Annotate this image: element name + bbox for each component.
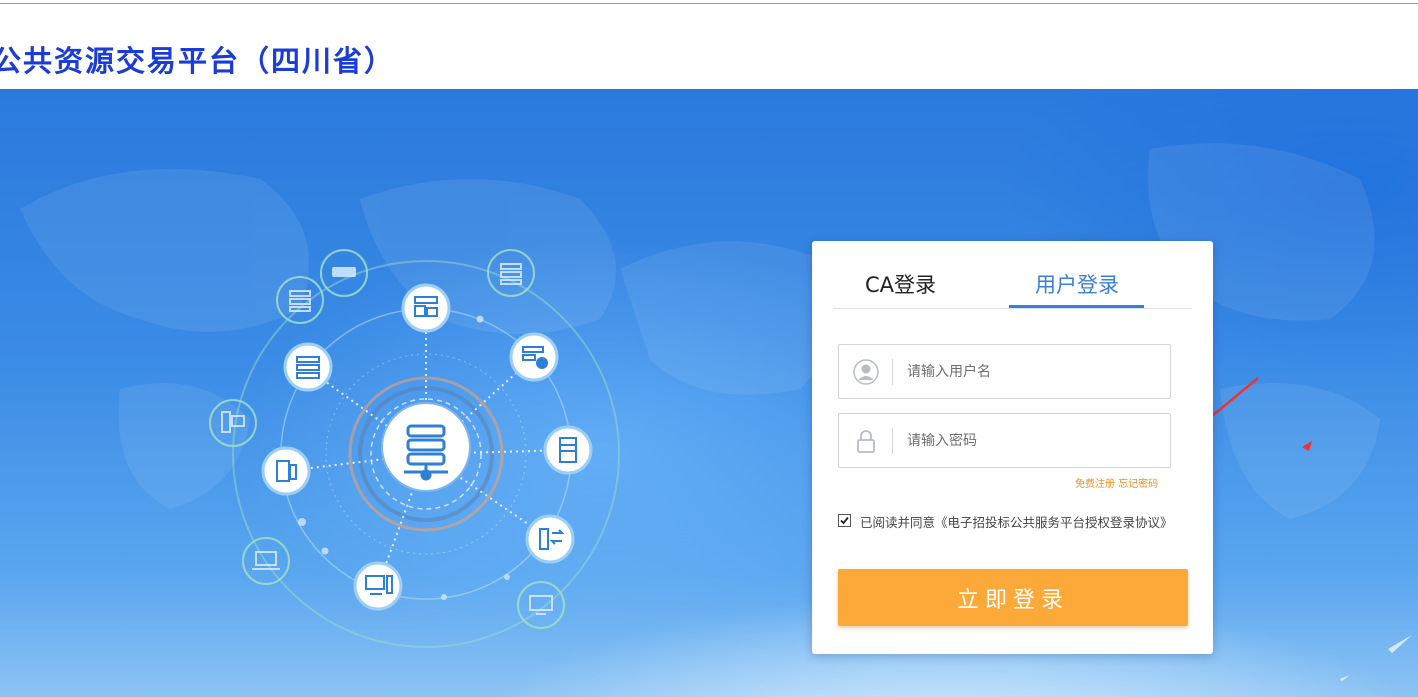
password-field[interactable]	[838, 413, 1171, 468]
monitor-icon	[517, 581, 565, 629]
register-link[interactable]: 免费注册	[1075, 479, 1115, 490]
agreement-checkbox[interactable]	[838, 514, 851, 527]
server-window-icon	[401, 283, 451, 333]
username-input[interactable]	[905, 357, 1159, 387]
center-server-node	[381, 402, 471, 492]
page-header: 公共资源交易平台（四川省）	[0, 4, 1418, 89]
computer-tower-icon	[261, 446, 311, 496]
login-tabs: CA登录 用户登录	[833, 241, 1192, 309]
tab-ca-login[interactable]: CA登录	[865, 269, 936, 299]
username-field[interactable]	[838, 344, 1171, 399]
server-tower-icon	[543, 425, 593, 475]
site-title: 公共资源交易平台（四川省）	[0, 44, 396, 78]
server-clock-icon	[509, 332, 559, 382]
login-button[interactable]: 立即登录	[838, 569, 1188, 626]
tab-user-login[interactable]: 用户登录	[1035, 269, 1119, 299]
server-transfer-icon	[525, 514, 575, 564]
user-icon	[853, 359, 879, 385]
lock-icon	[857, 430, 875, 453]
glint-decoration	[1340, 635, 1412, 681]
login-panel: CA登录 用户登录 免费注册 忘记密码 已阅读并同意《电子招投标公共服务平台授权…	[812, 241, 1213, 654]
field-separator	[892, 428, 893, 454]
account-links: 免费注册 忘记密码	[1075, 475, 1158, 490]
active-tab-indicator	[1009, 305, 1144, 308]
field-separator	[892, 359, 893, 385]
password-input[interactable]	[905, 426, 1159, 456]
agreement-text[interactable]: 已阅读并同意《电子招投标公共服务平台授权登录协议》	[860, 512, 1173, 531]
forgot-password-link[interactable]: 忘记密码	[1118, 479, 1158, 490]
desktop-icon	[353, 561, 403, 611]
server-rack-icon	[283, 342, 333, 392]
